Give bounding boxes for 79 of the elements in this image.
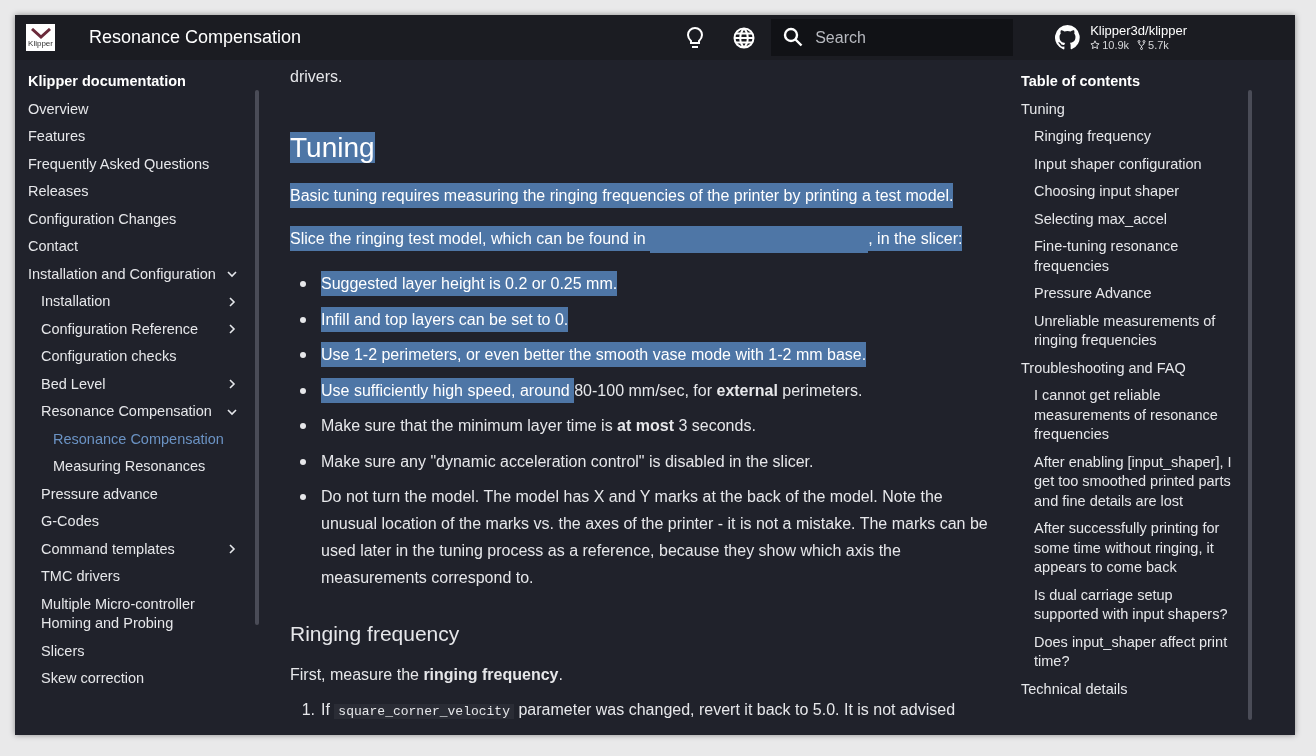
sidebar-link[interactable]: Frequently Asked Questions <box>28 150 210 178</box>
sidebar-link[interactable]: Multiple Micro-controller Homing and Probing <box>41 590 238 638</box>
chevron-right-icon[interactable] <box>226 543 238 556</box>
sidebar-link[interactable]: Installation <box>41 288 111 316</box>
repo-name: Klipper3d/klipper <box>1090 22 1187 38</box>
sidebar-link[interactable]: Configuration Changes <box>28 205 177 233</box>
toc-link[interactable]: Fine-tuning resonance frequencies <box>1021 233 1236 280</box>
list-item: Make sure any "dynamic acceleration control" is disabled in the slicer. <box>321 451 814 472</box>
repo-link[interactable]: Klipper3d/klipper 10.9k 5.7k <box>1055 22 1187 53</box>
sidebar-link[interactable]: Pressure advance <box>41 480 158 508</box>
lightbulb-icon[interactable] <box>685 26 706 49</box>
sidebar-link[interactable]: Releases <box>28 178 89 206</box>
bullet-icon <box>299 494 306 501</box>
chevron-right-icon[interactable] <box>226 378 238 391</box>
page-title: Resonance Compensation <box>89 26 302 49</box>
toc-link[interactable]: Is dual carriage setup supported with input shapers? <box>1021 581 1236 629</box>
sidebar-link[interactable]: Slicers <box>41 637 85 665</box>
bullet-icon <box>299 281 306 288</box>
sidebar-link[interactable]: Resonance Compensation <box>53 425 224 453</box>
sidebar-link[interactable]: G-Codes <box>41 508 100 536</box>
sidebar-link[interactable]: Bed Level <box>41 370 106 398</box>
bullet-icon <box>299 316 306 323</box>
toc-link[interactable]: Choosing input shaper <box>1021 178 1236 206</box>
sidebar-link[interactable]: Configuration Reference <box>41 315 199 343</box>
bullet-icon <box>299 352 306 359</box>
toc-link[interactable]: Pressure Advance <box>1021 280 1236 308</box>
sidebar-link[interactable]: Installation and Configuration <box>28 260 216 288</box>
list-item: Suggested layer height is 0.2 or 0.25 mm. <box>321 270 618 298</box>
toc-link[interactable]: After successfully printing for some time without ringing, it appears to come back <box>1021 515 1236 582</box>
search-icon <box>783 27 804 47</box>
sidebar-link[interactable]: Resonance Compensation <box>41 398 212 426</box>
bullet-icon <box>299 423 306 430</box>
toc-link[interactable]: Does input_shaper affect print time? <box>1021 628 1236 676</box>
globe-icon[interactable] <box>733 26 756 49</box>
paragraph: drivers. <box>290 67 344 87</box>
list-item: Infill and top layers can be set to 0. <box>321 305 569 333</box>
section-heading: Tuning <box>290 132 375 163</box>
list-number: 1. <box>300 700 316 721</box>
star-icon <box>1090 40 1101 50</box>
toc-link[interactable]: Unreliable measurements of ringing frequencies <box>1021 307 1236 355</box>
list-item: Make sure that the minimum layer time is at most 3 seconds. <box>321 416 756 437</box>
sidebar-link[interactable]: Configuration checks <box>41 343 177 371</box>
chevron-logo-icon <box>30 27 51 39</box>
logo[interactable]: Klipper <box>26 24 55 51</box>
paragraph: First, measure the ringing frequency. <box>290 665 564 686</box>
bullet-icon <box>299 387 306 394</box>
github-icon <box>1055 25 1081 50</box>
list-item: If square_corner_velocity parameter was changed, revert it back to 5.0. It is not advised <box>321 700 956 722</box>
toc-link[interactable]: Ringing frequency <box>1021 123 1236 151</box>
star-count: 10.9k <box>1102 38 1130 53</box>
chevron-right-icon[interactable] <box>226 295 238 308</box>
section-heading: Ringing frequency <box>290 621 461 648</box>
fork-icon <box>1137 40 1147 50</box>
scrollbar[interactable] <box>1248 90 1252 720</box>
sidebar-link[interactable]: Overview <box>28 95 89 123</box>
toc-link[interactable]: Selecting max_accel <box>1021 205 1236 233</box>
list-item: Use sufficiently high speed, around 80-100 mm/sec, for external perimeters. <box>321 376 863 404</box>
sidebar-link[interactable]: Command templates <box>41 535 175 563</box>
sidebar-link[interactable]: Skew correction <box>41 665 145 693</box>
toc-link[interactable]: Technical details <box>1021 675 1236 703</box>
fork-count: 5.7k <box>1148 38 1169 53</box>
toc-link[interactable]: Troubleshooting and FAQ <box>1021 354 1236 382</box>
sidebar-link[interactable]: TMC drivers <box>41 563 120 591</box>
toc-link[interactable]: After enabling [input_shaper], I get too smoothed printed parts and fine details are lost <box>1021 448 1236 515</box>
chevron-right-icon[interactable] <box>226 323 238 336</box>
list-item: Use 1-2 perimeters, or even better the smooth vase mode with 1-2 mm base. <box>321 341 867 369</box>
scrollbar[interactable] <box>255 90 259 625</box>
toc-link[interactable]: Input shaper configuration <box>1021 150 1236 178</box>
search-field[interactable]: Search <box>771 19 1014 56</box>
sidebar-link[interactable]: Measuring Resonances <box>53 453 206 481</box>
bullet-icon <box>299 458 306 465</box>
toc-heading: Table of contents <box>1021 72 1141 91</box>
sidebar-link[interactable]: Contact <box>28 233 78 261</box>
list-item: Do not turn the model. The model has X and Y marks at the back of the model. Note the unusual location of the marks vs. the axes of the printer - it is not a mistake. The marks can be used later in the tuning process as a reference, because they show which axis the measurements correspond to. <box>321 487 989 589</box>
toc-link[interactable]: I cannot get reliable measurements of resonance frequencies <box>1021 382 1236 449</box>
paragraph: Slice the ringing test model, which can be found in , in the slicer: <box>290 225 1000 254</box>
sidebar-link[interactable]: Features <box>28 123 86 151</box>
toc-link[interactable]: Tuning <box>1021 95 1236 123</box>
sidebar-heading: Klipper documentation <box>27 72 187 91</box>
